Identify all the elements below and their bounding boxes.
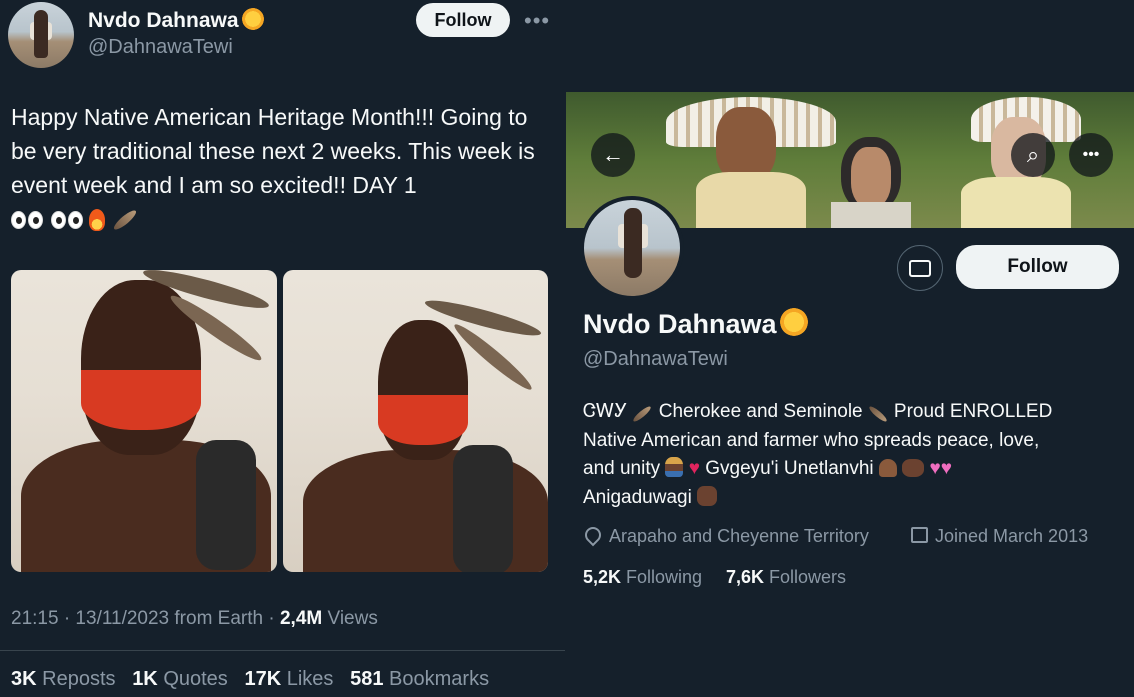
tweet-timestamp[interactable]: 21:15 · 13/11/2023 from Earth · (11, 608, 280, 629)
message-button[interactable] (897, 245, 943, 291)
author-name-row[interactable]: Nvdo Dahnawa (88, 8, 264, 33)
eye-emoji-icon (28, 211, 43, 229)
profile-location: Arapaho and Cheyenne Territory (581, 523, 869, 547)
quotes-stat[interactable]: 1K Quotes (132, 668, 228, 690)
praying-hands-icon (878, 459, 897, 477)
tweet-text: Happy Native American Heritage Month!!! … (11, 104, 535, 198)
raised-hands-icon (902, 459, 925, 477)
location-pin-icon (581, 523, 605, 547)
tweet-meta: 21:15 · 13/11/2023 from Earth · 2,4M Vie… (11, 608, 378, 630)
feather-emoji-icon (111, 207, 139, 233)
more-options-icon[interactable]: ••• (524, 8, 550, 34)
sun-emoji-icon (779, 308, 808, 336)
likes-stat[interactable]: 17K Likes (244, 668, 333, 690)
back-arrow-icon[interactable]: ← (591, 133, 635, 177)
farmer-emoji-icon (665, 457, 684, 477)
follow-button[interactable]: Follow (416, 3, 510, 37)
fire-emoji-icon (89, 209, 105, 231)
following-stat[interactable]: 5,2K Following (583, 567, 702, 588)
eye-emoji-icon (11, 211, 26, 229)
tweet-photo-2[interactable] (283, 270, 548, 572)
bio-syllabary: ᏣᎳᎩ (583, 401, 628, 422)
tweet-stats: 3K Reposts 1K Quotes 17K Likes 581 Bookm… (11, 668, 489, 691)
tweet-photo-1[interactable] (11, 270, 277, 572)
more-options-icon[interactable]: ••• (1069, 133, 1113, 177)
peace-pipe-emoji-icon (867, 404, 888, 424)
reposts-stat[interactable]: 3K Reposts (11, 668, 116, 690)
red-heart-icon: ♥ (688, 458, 700, 479)
eye-emoji-icon (51, 211, 66, 229)
profile-bio: ᏣᎳᎩ Cherokee and Seminole Proud ENROLLED… (583, 401, 1053, 508)
author-handle[interactable]: @DahnawaTewi (88, 36, 233, 59)
raised-fist-icon (697, 485, 718, 506)
envelope-icon (909, 259, 931, 277)
search-icon[interactable]: ⌕ (1011, 133, 1055, 177)
sun-emoji-icon (241, 8, 264, 30)
author-avatar[interactable] (8, 2, 74, 68)
profile-name: Nvdo Dahnawa (583, 309, 777, 339)
profile-joined: Joined March 2013 (911, 526, 1088, 547)
views-label: Views (322, 608, 378, 629)
bookmarks-stat[interactable]: 581 Bookmarks (350, 668, 489, 690)
views-count: 2,4M (279, 608, 323, 629)
two-hearts-icon: ♥♥ (929, 458, 953, 479)
profile-name-row: Nvdo Dahnawa (583, 308, 808, 340)
author-name[interactable]: Nvdo Dahnawa (88, 9, 239, 32)
tweet-emojis (11, 205, 139, 235)
profile-handle: @DahnawaTewi (583, 348, 728, 370)
calendar-icon (911, 527, 928, 543)
profile-avatar[interactable] (580, 196, 684, 300)
feather-emoji-icon (632, 404, 653, 424)
profile-follow-button[interactable]: Follow (956, 245, 1119, 289)
eye-emoji-icon (68, 211, 83, 229)
followers-stat[interactable]: 7,6K Followers (726, 567, 846, 588)
divider (0, 650, 565, 651)
